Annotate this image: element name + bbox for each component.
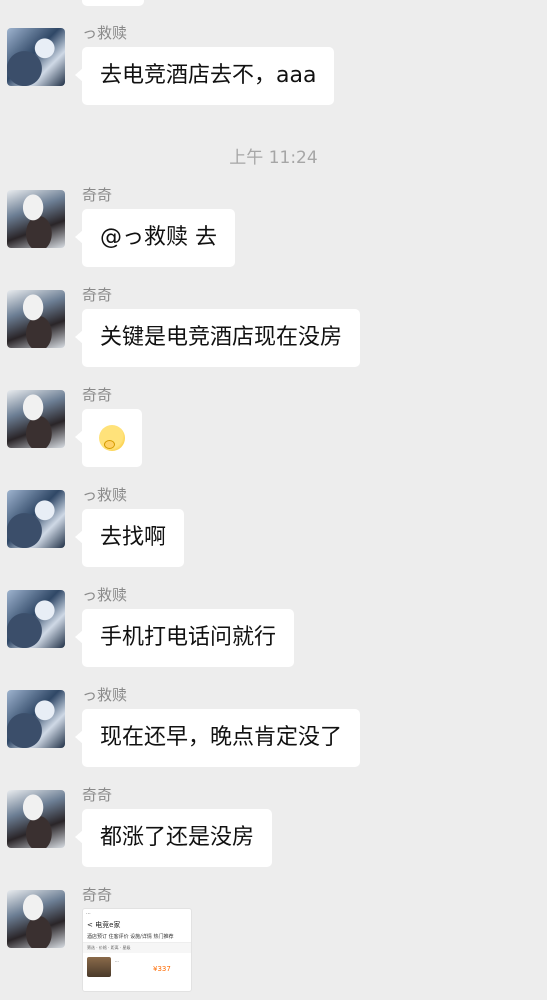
avatar[interactable]	[7, 590, 65, 648]
previous-message-bubble	[82, 0, 144, 6]
sender-name: 奇奇	[82, 786, 113, 804]
emoji-bubble[interactable]	[75, 409, 142, 467]
avatar[interactable]	[7, 190, 65, 248]
hotel-name: ...	[115, 958, 119, 963]
avatar[interactable]	[7, 790, 65, 848]
sender-name: 奇奇	[82, 186, 113, 204]
hotel-thumbnail	[87, 957, 111, 977]
avatar[interactable]	[7, 290, 65, 348]
sender-name: っ救赎	[82, 586, 128, 604]
message-bubble[interactable]: 都涨了还是没房	[74, 809, 273, 867]
timestamp: 上午 11:24	[229, 148, 318, 168]
image-title: < 电竞e家	[87, 921, 121, 929]
hotel-price: ¥337	[153, 965, 171, 973]
sender-name: っ救赎	[82, 24, 128, 42]
message-bubble[interactable]: 去电竞酒店去不，aaa	[74, 47, 335, 105]
sender-name: っ救赎	[82, 486, 128, 504]
sender-name: 奇奇	[82, 286, 113, 304]
avatar[interactable]	[7, 690, 65, 748]
avatar[interactable]	[7, 390, 65, 448]
message-bubble[interactable]: 去找啊	[74, 509, 185, 567]
sender-name: っ救赎	[82, 686, 128, 704]
avatar[interactable]	[7, 890, 65, 948]
avatar[interactable]	[7, 28, 65, 86]
message-bubble[interactable]: 现在还早，晚点肯定没了	[74, 709, 361, 767]
image-filters: 筛选 · 价格 · 距离 · 星级	[83, 943, 191, 953]
image-message[interactable]: ... < 电竞e家 酒店预订 住客评价 设施/详情 热门推荐 筛选 · 价格 …	[82, 908, 192, 992]
sender-name: 奇奇	[82, 386, 113, 404]
avatar[interactable]	[7, 490, 65, 548]
face-emoji-icon	[99, 425, 125, 451]
message-bubble[interactable]: 手机打电话问就行	[74, 609, 295, 667]
image-tabs: 酒店预订 住客评价 设施/详情 热门推荐	[83, 932, 191, 943]
sender-name: 奇奇	[82, 886, 113, 904]
message-bubble[interactable]: 关键是电竞酒店现在没房	[74, 309, 361, 367]
message-bubble[interactable]: @っ救赎 去	[75, 209, 235, 267]
image-status-bar: ...	[86, 910, 91, 916]
image-hotel-card: ... ¥337	[83, 953, 191, 985]
